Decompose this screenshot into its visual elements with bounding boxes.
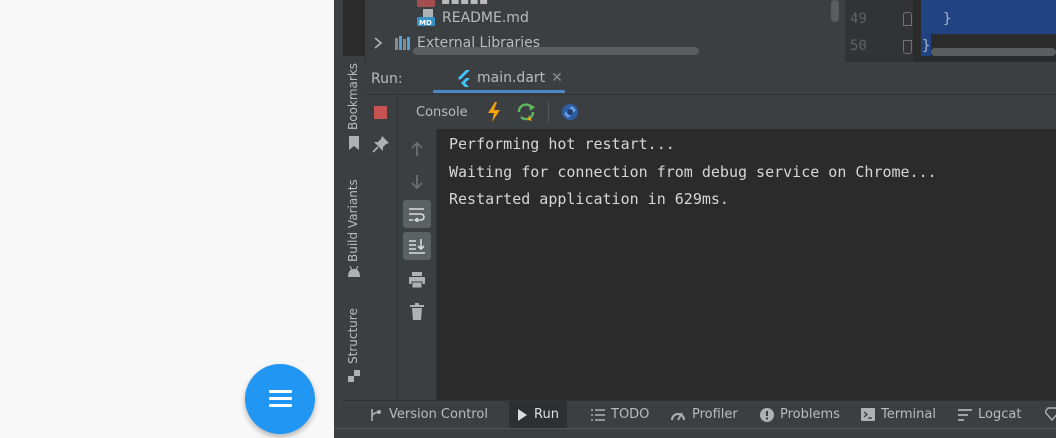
close-icon[interactable]: ✕ [551,70,563,86]
bookmark-icon [348,136,360,150]
scroll-up-button[interactable] [403,135,431,163]
arrow-up-icon [410,141,424,157]
build-variants-label: Build Variants [346,179,360,262]
problems-tab[interactable]: Problems [760,401,840,428]
project-horizontal-scrollbar[interactable] [413,47,699,55]
dart-devtools-icon[interactable] [560,102,580,122]
pin-icon[interactable] [372,135,390,153]
scroll-to-end-icon [408,238,426,254]
project-tree: ▪▪▪▪▪ MD README.md External Libraries [365,0,845,62]
profiler-tab[interactable]: Profiler [670,401,738,428]
run-panel-header: Run: main.dart ✕ [365,62,1056,95]
hot-reload-icon[interactable] [486,102,502,122]
terminal-label: Terminal [881,407,936,422]
terminal-icon [861,408,875,421]
run-tool-tab[interactable]: Run [509,401,567,428]
bookmarks-label: Bookmarks [346,62,360,130]
run-controls [365,95,398,400]
structure-icon [348,370,360,382]
arrow-down-icon [410,174,424,190]
status-bar [334,428,1056,438]
logcat-label: Logcat [978,407,1022,422]
profiler-label: Profiler [692,407,738,422]
chevron-right-icon [373,37,383,49]
console-line: Restarted application in 629ms. [449,190,729,208]
editor-gutter: 49 50 [845,0,913,62]
tree-item-readme[interactable]: MD README.md [417,8,529,28]
readme-label: README.md [442,10,529,26]
branch-icon [369,408,383,422]
console-actions [398,129,437,400]
side-strip [334,0,343,438]
toolbar-separator [548,101,549,123]
stop-icon[interactable] [374,106,387,119]
todo-label: TODO [611,407,650,422]
gem-icon[interactable] [1045,407,1056,421]
todo-tab[interactable]: TODO [591,401,649,428]
build-variants-tab[interactable]: Build Variants [343,166,365,286]
logcat-tab[interactable]: Logcat [958,401,1021,428]
trash-icon [410,302,424,320]
gauge-icon [670,409,686,421]
editor-horizontal-scrollbar[interactable] [931,48,1056,56]
scroll-down-button[interactable] [403,168,431,196]
run-label: Run: [371,71,403,87]
hot-restart-icon[interactable] [516,102,538,122]
console-line: Performing hot restart... [449,135,675,153]
menu-fab-button[interactable] [245,364,315,434]
bottom-tool-window-bar: Version Control Run TODO Profiler Proble… [343,400,1056,428]
active-tab-indicator [433,90,565,93]
selection-highlight [921,0,1056,34]
warning-icon [760,407,774,422]
line-number-49: 49 [850,11,867,27]
line-number-50: 50 [850,38,867,54]
bookmarks-tab[interactable]: Bookmarks [343,56,365,156]
ide-window: ▪▪▪▪▪ MD README.md External Libraries 49… [334,0,1056,438]
flutter-icon [457,69,471,87]
code-line-49: } [943,11,952,27]
print-button[interactable] [403,266,431,294]
structure-label: Structure [346,308,360,364]
scroll-to-end-toggle[interactable] [403,232,431,260]
list-icon [591,408,605,421]
run-tool-label: Run [534,407,559,422]
left-tool-window-bar: Bookmarks Build Variants Structure [343,56,366,400]
fold-marker-icon [903,40,912,54]
soft-wrap-toggle[interactable] [403,200,431,228]
app-preview [0,0,334,438]
console-line: Waiting for connection from debug servic… [449,163,937,181]
printer-icon [408,272,426,288]
terminal-tab[interactable]: Terminal [861,401,936,428]
console-tab[interactable]: Console [416,105,468,120]
soft-wrap-icon [408,206,426,222]
fold-marker-icon [903,12,912,26]
tab-main-dart[interactable]: main.dart ✕ [429,62,565,94]
problems-label: Problems [780,407,840,422]
tab-label: main.dart [477,70,546,86]
logcat-icon [958,408,972,421]
clear-all-button[interactable] [403,297,431,325]
android-icon [347,266,361,278]
run-sub-toolbar: Console [398,95,1056,129]
code-line-50: } [922,38,931,54]
markdown-file-icon: MD [417,9,437,27]
play-icon [517,408,528,421]
project-vertical-scrollbar[interactable] [831,0,839,22]
console-output[interactable]: Performing hot restart... Waiting for co… [437,129,1056,400]
svg-text:MD: MD [419,19,432,27]
libraries-icon [395,36,413,50]
version-control-label: Version Control [389,407,488,422]
version-control-tab[interactable]: Version Control [369,401,488,428]
code-editor[interactable]: 49 50 } } [845,0,1056,62]
structure-tab[interactable]: Structure [343,296,365,396]
